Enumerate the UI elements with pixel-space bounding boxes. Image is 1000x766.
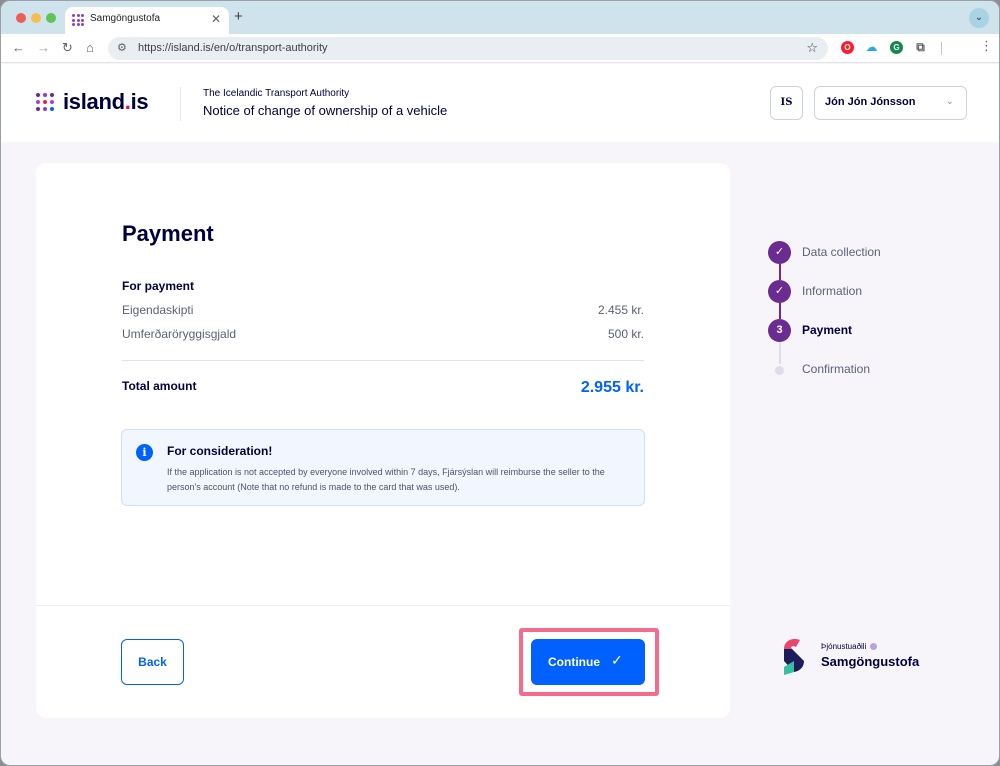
tab-close-icon[interactable]: ✕ (211, 12, 221, 26)
close-window-button[interactable] (16, 13, 26, 23)
island-logo-icon[interactable] (36, 93, 56, 113)
info-icon: i (136, 444, 153, 461)
alert-message: If the application is not accepted by ev… (167, 467, 605, 492)
maximize-window-button[interactable] (46, 13, 56, 23)
step-number: 3 (768, 319, 791, 342)
payment-line-item: Eigendaskipti 2.455 kr. (122, 303, 644, 317)
payment-card: Payment For payment Eigendaskipti 2.455 … (36, 163, 730, 718)
payment-line-item: Umferðaröryggisgjald 500 kr. (122, 327, 644, 341)
island-favicon-icon (72, 14, 84, 26)
extensions-puzzle-icon[interactable]: ⧉ (914, 41, 927, 54)
continue-button[interactable]: Continue ✓ (531, 639, 645, 685)
url-text[interactable]: https://island.is/en/o/transport-authori… (138, 42, 328, 54)
back-arrow-icon[interactable]: ← (12, 40, 25, 55)
footer-divider (36, 605, 730, 606)
user-name: Jón Jón Jónsson (825, 96, 916, 108)
step-label: Information (802, 284, 863, 298)
new-tab-icon[interactable]: + (234, 8, 243, 25)
grammar-extension-icon[interactable]: G (890, 41, 903, 54)
samgongustofa-logo-icon (784, 639, 804, 675)
address-bar[interactable]: ⚙ https://island.is/en/o/transport-autho… (108, 37, 828, 60)
total-amount-value: 2.955 kr. (580, 379, 644, 396)
browser-menu-icon[interactable]: ⋮ (980, 38, 993, 54)
page-title: Payment (122, 221, 214, 246)
forward-arrow-icon[interactable]: → (37, 40, 50, 55)
total-divider (122, 360, 644, 361)
stepper-connector (779, 303, 781, 319)
step-label: Data collection (802, 245, 881, 259)
chevron-down-icon: ⌄ (945, 96, 954, 107)
step-pending-dot (775, 366, 784, 375)
browser-toolbar: ← → ↻ ⌂ ⚙ https://island.is/en/o/transpo… (1, 34, 999, 63)
line-item-label: Umferðaröryggisgjald (122, 327, 237, 341)
step-data-collection: ✓ Data collection (768, 241, 968, 265)
line-item-amount: 2.455 kr. (597, 303, 644, 317)
site-settings-icon[interactable]: ⚙ (117, 41, 127, 54)
cloud-extension-icon[interactable]: ☁ (865, 41, 878, 54)
home-icon[interactable]: ⌂ (86, 40, 94, 55)
info-dot-icon[interactable] (870, 643, 878, 651)
step-check-icon: ✓ (768, 241, 791, 264)
toolbar-divider (941, 42, 942, 55)
service-provider-caption: Þjónustuaðili (821, 642, 878, 651)
check-icon: ✓ (611, 652, 623, 668)
step-check-icon: ✓ (768, 280, 791, 303)
reload-icon[interactable]: ↻ (62, 40, 73, 56)
bookmark-star-icon[interactable]: ☆ (806, 40, 818, 56)
line-item-label: Eigendaskipti (122, 303, 194, 317)
island-logo-text[interactable]: island.is (63, 89, 149, 115)
alert-title: For consideration! (167, 444, 273, 458)
browser-window: Samgöngustofa ✕ + ⌄ ← → ↻ ⌂ ⚙ https://is… (0, 0, 1000, 766)
continue-label: Continue (548, 655, 600, 669)
stepper-connector (779, 264, 781, 280)
browser-tab[interactable]: Samgöngustofa ✕ (65, 7, 229, 34)
for-payment-heading: For payment (122, 279, 195, 293)
step-payment: 3 Payment (768, 319, 968, 343)
step-label: Confirmation (802, 362, 871, 376)
browser-tab-strip: Samgöngustofa ✕ + ⌄ (1, 1, 999, 34)
form-title: Notice of change of ownership of a vehic… (203, 103, 448, 118)
tab-title: Samgöngustofa (90, 13, 161, 24)
header-divider (180, 87, 181, 121)
consideration-alert: i For consideration! If the application … (121, 429, 645, 506)
total-amount-label: Total amount (122, 379, 197, 393)
step-label: Payment (802, 323, 853, 337)
step-information: ✓ Information (768, 280, 968, 304)
service-provider-name: Samgöngustofa (821, 654, 920, 669)
minimize-window-button[interactable] (31, 13, 41, 23)
line-item-amount: 500 kr. (607, 327, 644, 341)
tab-search-chevron-icon[interactable]: ⌄ (969, 8, 989, 28)
site-header: island.is The Icelandic Transport Author… (1, 64, 999, 142)
back-button[interactable]: Back (121, 639, 184, 685)
step-confirmation: Confirmation (768, 358, 968, 382)
user-menu-button[interactable]: Jón Jón Jónsson ⌄ (814, 86, 967, 120)
organization-name: The Icelandic Transport Authority (203, 88, 350, 99)
opera-extension-icon[interactable]: O (841, 41, 854, 54)
language-button[interactable]: IS (770, 86, 803, 120)
